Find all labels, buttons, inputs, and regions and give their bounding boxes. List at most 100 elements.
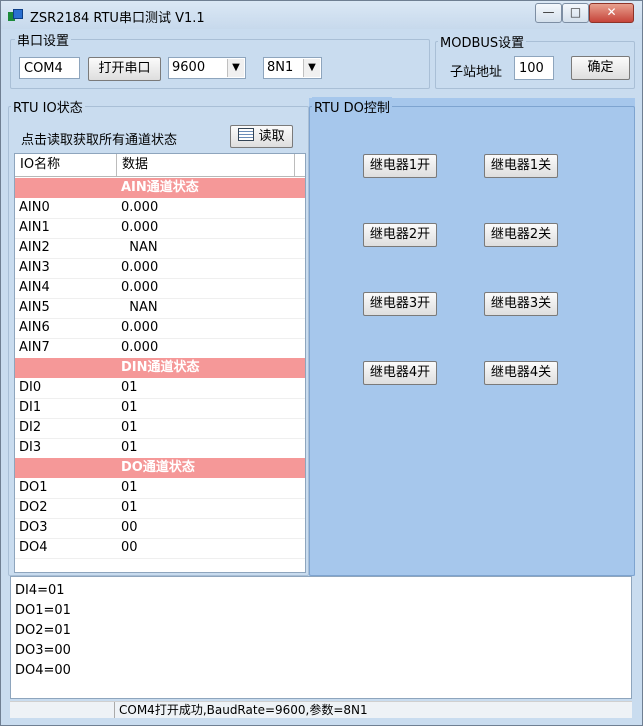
table-row[interactable]: AIN5 NAN (15, 298, 305, 318)
param-value: 8N1 (267, 60, 294, 75)
relay-4-off-button[interactable]: 继电器4关 (484, 361, 558, 385)
io-name-cell: DO4 (19, 540, 48, 555)
baud-rate-select[interactable]: 9600 ▼ (168, 57, 246, 79)
relay-3-on-button[interactable]: 继电器3开 (363, 292, 437, 316)
relay-1-on-button[interactable]: 继电器1开 (363, 154, 437, 178)
data-cell: 01 (121, 420, 138, 435)
io-name-cell: DO3 (19, 520, 48, 535)
window-title: ZSR2184 RTU串口测试 V1.1 (30, 11, 205, 26)
chevron-down-icon[interactable]: ▼ (227, 59, 244, 77)
data-cell: 01 (121, 440, 138, 455)
table-header: IO名称 数据 (15, 154, 305, 177)
io-name-cell: AIN0 (19, 200, 50, 215)
do-group-title: RTU DO控制 (312, 97, 392, 116)
data-cell: 0.000 (121, 260, 159, 275)
io-name-cell: DO2 (19, 500, 48, 515)
section-title-cell: DIN通道状态 (121, 360, 200, 375)
io-group-title: RTU IO状态 (11, 97, 85, 116)
title-bar[interactable]: ZSR2184 RTU串口测试 V1.1 — □ ✕ (1, 1, 642, 29)
data-cell: 01 (121, 500, 138, 515)
open-port-button[interactable]: 打开串口 (88, 57, 161, 81)
table-row[interactable]: DO1 01 (15, 478, 305, 498)
chevron-down-icon[interactable]: ▼ (303, 59, 320, 77)
data-cell: 00 (121, 540, 138, 555)
read-hint-text: 点击读取获取所有通道状态 (21, 133, 178, 148)
maximize-button[interactable]: □ (562, 3, 589, 23)
section-title-cell: AIN通道状态 (121, 180, 199, 195)
read-button-label: 读取 (258, 129, 285, 144)
io-name-cell: AIN2 (19, 240, 50, 255)
io-name-cell: DI1 (19, 400, 42, 415)
table-row[interactable]: DI2 01 (15, 418, 305, 438)
relay-1-off-button[interactable]: 继电器1关 (484, 154, 558, 178)
data-cell: 01 (121, 380, 138, 395)
io-name-cell: AIN6 (19, 320, 50, 335)
log-line: DO3=00 (15, 643, 71, 658)
table-row[interactable]: AIN1 0.000 (15, 218, 305, 238)
table-row[interactable]: AIN3 0.000 (15, 258, 305, 278)
data-cell: NAN (121, 240, 158, 255)
data-cell: 0.000 (121, 220, 159, 235)
io-table: IO名称 数据 AIN通道状态 AIN0 0.000 AIN1 0.000 AIN2 NA… (14, 153, 306, 573)
table-row[interactable]: DO4 00 (15, 538, 305, 558)
io-name-cell: DI2 (19, 420, 42, 435)
io-name-cell: DO1 (19, 480, 48, 495)
table-row[interactable]: DI0 01 (15, 378, 305, 398)
data-cell: 0.000 (121, 200, 159, 215)
log-output[interactable]: DI4=01 DO1=01 DO2=01 DO3=00 DO4=00 (10, 576, 632, 699)
table-icon (238, 128, 255, 141)
table-row[interactable]: DI1 01 (15, 398, 305, 418)
relay-2-off-button[interactable]: 继电器2关 (484, 223, 558, 247)
log-line: DO4=00 (15, 663, 71, 678)
settings-area: 串口设置 COM4 打开串口 9600 ▼ 8N1 ▼ MODBUS设置 子站地… (8, 29, 635, 91)
table-row[interactable]: AIN2 NAN (15, 238, 305, 258)
io-name-cell: DI3 (19, 440, 42, 455)
table-row[interactable]: AIN4 0.000 (15, 278, 305, 298)
confirm-button[interactable]: 确定 (571, 56, 630, 80)
log-line: DO1=01 (15, 603, 71, 618)
table-row[interactable]: AIN0 0.000 (15, 198, 305, 218)
io-name-cell: AIN1 (19, 220, 50, 235)
modbus-group-title: MODBUS设置 (438, 32, 527, 51)
status-bar: COM4打开成功,BaudRate=9600,参数=8N1 (10, 701, 632, 718)
io-name-cell: AIN3 (19, 260, 50, 275)
data-cell: NAN (121, 300, 158, 315)
do-control-panel: RTU DO控制 继电器1开 继电器1关继电器2开 继电器2关继电器3开 继电器3关继… (309, 97, 635, 576)
main-window: ZSR2184 RTU串口测试 V1.1 — □ ✕ 串口设置 COM4 打开串… (0, 0, 643, 726)
close-button[interactable]: ✕ (589, 3, 634, 23)
minimize-button[interactable]: — (535, 3, 562, 23)
relay-4-on-button[interactable]: 继电器4开 (363, 361, 437, 385)
relay-2-on-button[interactable]: 继电器2开 (363, 223, 437, 247)
log-line: DO2=01 (15, 623, 71, 638)
com-port-field[interactable]: COM4 (19, 57, 80, 79)
do-control-group: RTU DO控制 (309, 97, 635, 576)
log-line: DI4=01 (15, 583, 65, 598)
slave-address-label: 子站地址 (450, 65, 503, 80)
table-row[interactable]: AIN7 0.000 (15, 338, 305, 358)
param-select[interactable]: 8N1 ▼ (263, 57, 322, 79)
section-header-row[interactable]: DIN通道状态 (15, 358, 305, 378)
data-cell: 01 (121, 400, 138, 415)
slave-address-field[interactable]: 100 (514, 56, 554, 80)
row-divider (15, 558, 305, 559)
relay-3-off-button[interactable]: 继电器3关 (484, 292, 558, 316)
data-cell: 0.000 (121, 320, 159, 335)
table-row[interactable]: AIN6 0.000 (15, 318, 305, 338)
section-header-row[interactable]: AIN通道状态 (15, 178, 305, 198)
io-name-cell: DI0 (19, 380, 42, 395)
read-button[interactable]: 读取 (230, 125, 293, 148)
data-cell: 01 (121, 480, 138, 495)
app-icon (8, 9, 23, 21)
io-name-cell: AIN7 (19, 340, 50, 355)
baud-rate-value: 9600 (172, 60, 206, 75)
table-row[interactable]: DI3 01 (15, 438, 305, 458)
table-row[interactable]: DO2 01 (15, 498, 305, 518)
col-header-io-name[interactable]: IO名称 (15, 154, 117, 176)
section-header-row[interactable]: DO通道状态 (15, 458, 305, 478)
table-row[interactable]: DO3 00 (15, 518, 305, 538)
io-name-cell: AIN4 (19, 280, 50, 295)
col-header-data[interactable]: 数据 (117, 154, 295, 176)
data-cell: 00 (121, 520, 138, 535)
section-title-cell: DO通道状态 (121, 460, 195, 475)
status-text: COM4打开成功,BaudRate=9600,参数=8N1 (114, 702, 368, 718)
